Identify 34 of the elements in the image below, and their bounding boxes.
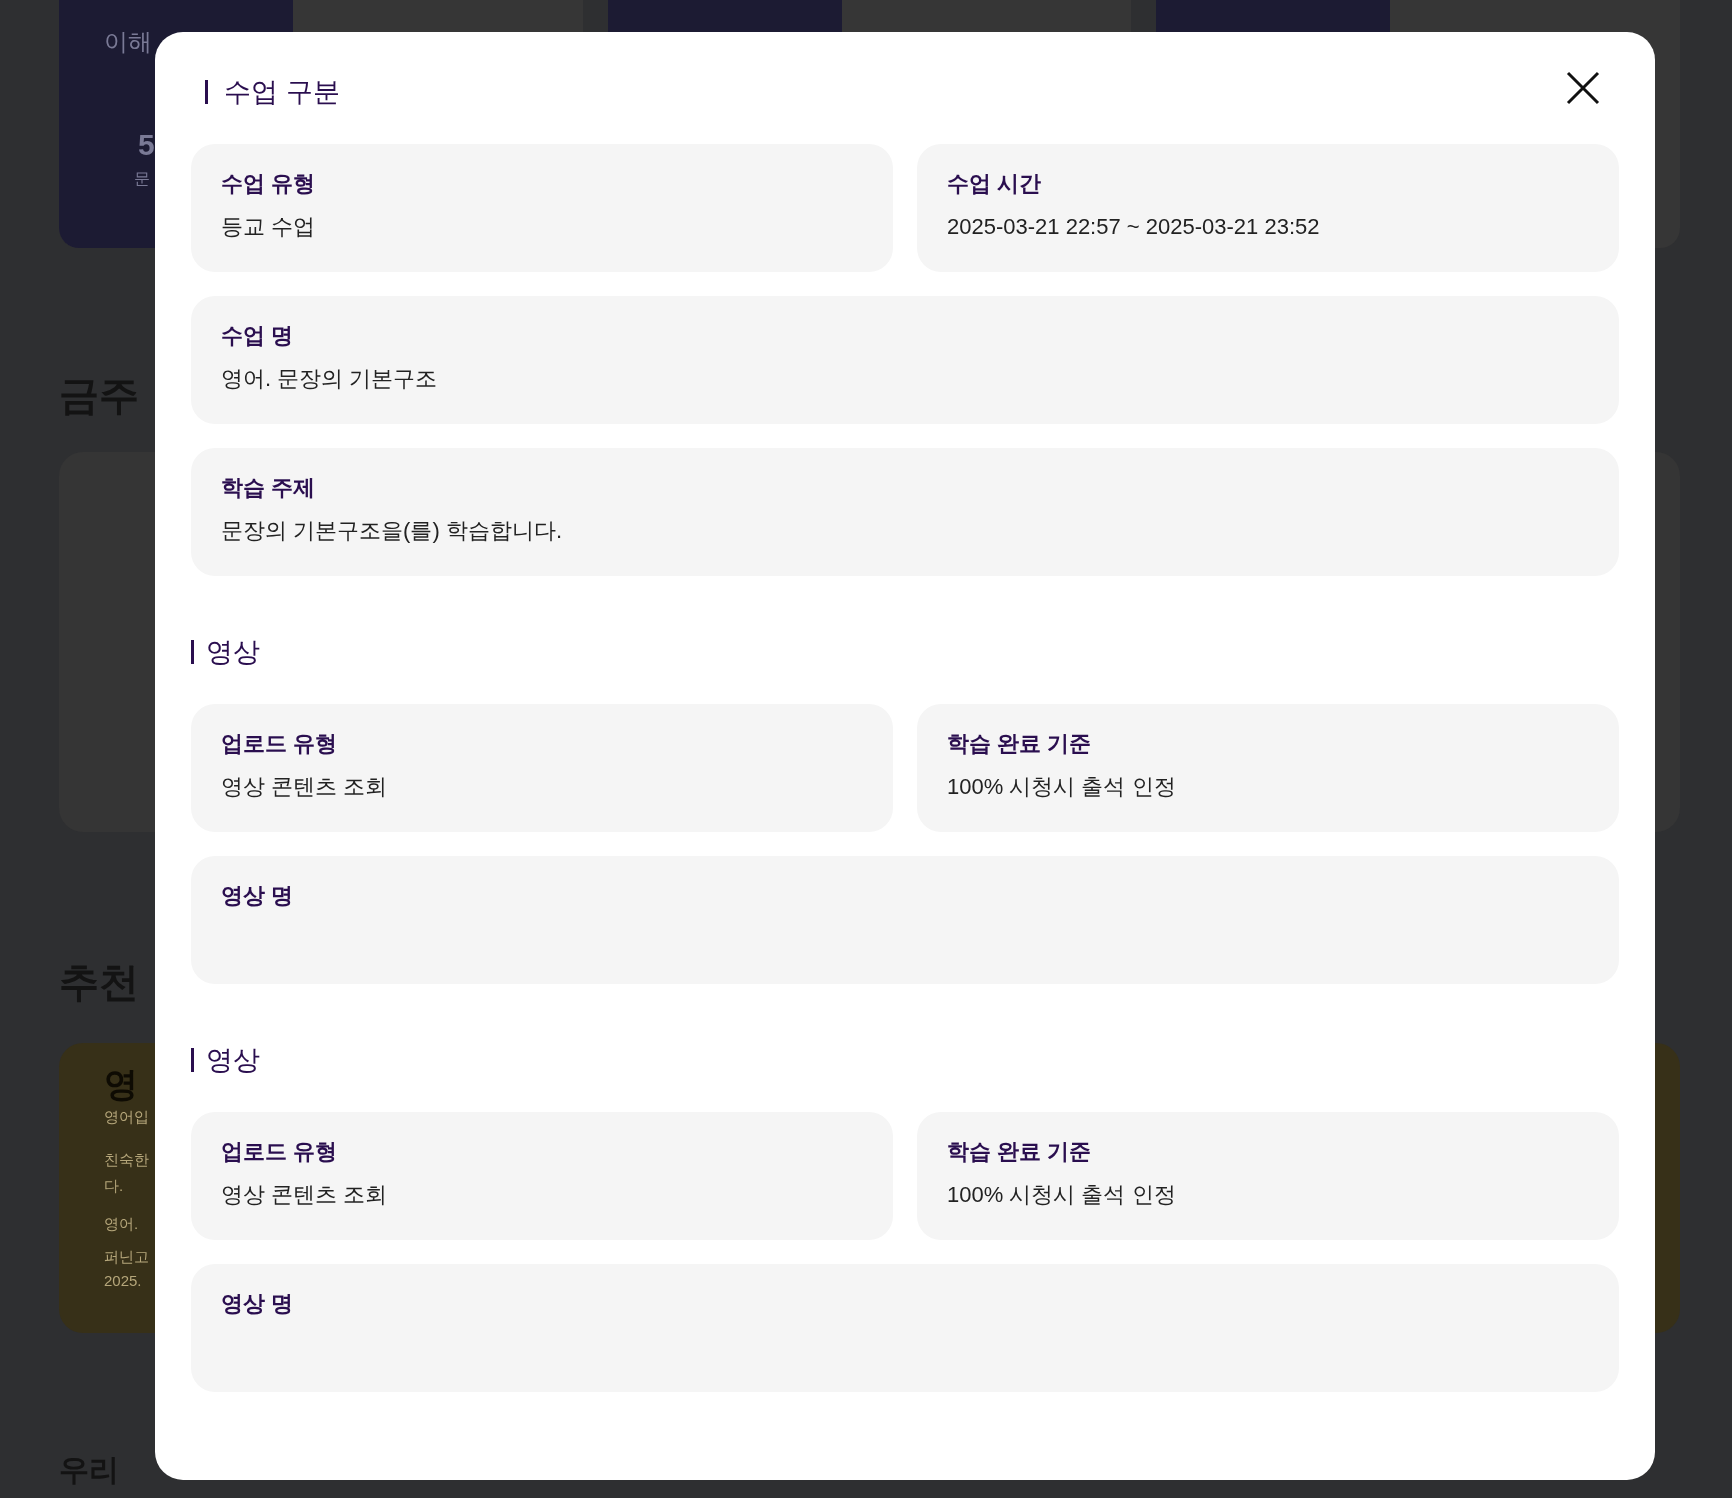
section-title: 수업 구분: [224, 76, 340, 109]
close-icon: [1566, 71, 1600, 105]
card-date: 2025.: [104, 1271, 142, 1291]
field-value: 영상 콘텐츠 조회: [221, 1181, 389, 1209]
teacher-name: 퍼닌고: [104, 1247, 149, 1267]
field-label: 수업 시간: [947, 170, 1043, 198]
field-value: 등교 수업: [221, 213, 317, 241]
card-description: 다.: [104, 1176, 124, 1196]
card-subtitle: 이해: [104, 27, 152, 57]
field-value: 영상 콘텐츠 조회: [221, 773, 389, 801]
field-label: 영상 명: [221, 1290, 295, 1318]
field-value: 100% 시청시 출석 인정: [947, 773, 1177, 801]
field-label: 학습 주제: [221, 474, 317, 502]
field-label: 수업 유형: [221, 170, 317, 198]
section-title: 영상: [206, 1044, 260, 1077]
field-label: 수업 명: [221, 322, 295, 350]
card-count: 5: [138, 127, 155, 163]
field-label: 업로드 유형: [221, 730, 339, 758]
heading-bar: [191, 1048, 194, 1072]
field-value: 2025-03-21 22:57 ~ 2025-03-21 23:52: [947, 213, 1321, 241]
card-caption: 문: [134, 169, 150, 189]
field-label: 영상 명: [221, 882, 295, 910]
heading-bar: [205, 80, 208, 104]
field-label: 학습 완료 기준: [947, 730, 1093, 758]
section-title: 영상: [206, 636, 260, 669]
field-value: 문장의 기본구조을(를) 학습합니다.: [221, 517, 563, 545]
course-name: 영어.: [104, 1214, 139, 1234]
field-value: 100% 시청시 출석 인정: [947, 1181, 1177, 1209]
field-label: 업로드 유형: [221, 1138, 339, 1166]
heading-bar: [191, 640, 194, 664]
field-value: 영어. 문장의 기본구조: [221, 365, 439, 393]
field-label: 학습 완료 기준: [947, 1138, 1093, 1166]
card-description: 친숙한: [104, 1150, 149, 1170]
card-subtitle: 영어입: [104, 1107, 149, 1127]
